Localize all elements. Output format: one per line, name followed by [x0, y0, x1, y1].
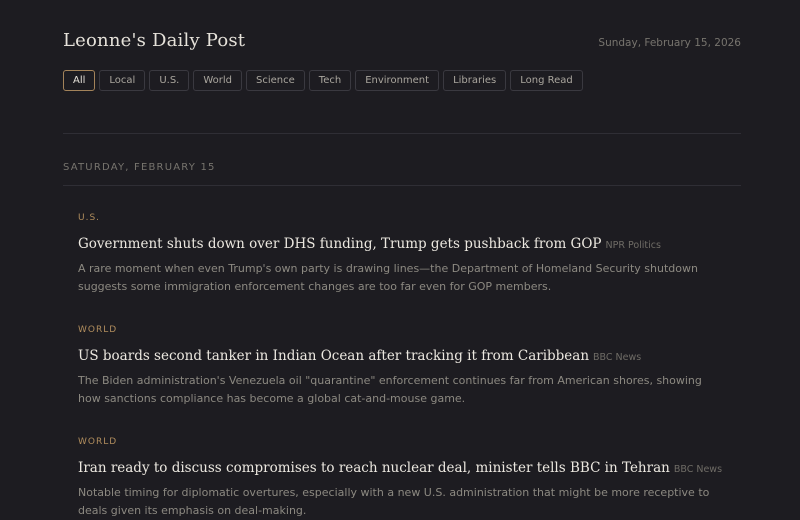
- filter-all[interactable]: All: [63, 70, 96, 91]
- site-title[interactable]: Leonne's Daily Post: [63, 30, 245, 51]
- filter-local[interactable]: Local: [99, 70, 146, 91]
- article-headline[interactable]: US boards second tanker in Indian Ocean …: [78, 348, 589, 364]
- filter-us[interactable]: U.S.: [149, 70, 190, 91]
- article-category: WORLD: [78, 325, 118, 335]
- article-summary: The Biden administration's Venezuela oil…: [78, 374, 702, 405]
- article-headline-row: Iran ready to discuss compromises to rea…: [78, 457, 728, 476]
- article-source: BBC News: [593, 352, 642, 363]
- masthead: Leonne's Daily Post Sunday, February 15,…: [63, 30, 741, 54]
- article-source: NPR Politics: [605, 240, 661, 251]
- article-headline[interactable]: Iran ready to discuss compromises to rea…: [78, 460, 670, 476]
- article-card: WORLD Iran ready to discuss compromises …: [78, 436, 728, 520]
- article-card: WORLD US boards second tanker in Indian …: [78, 324, 728, 408]
- article-source: BBC News: [673, 464, 723, 475]
- article-headline-row: Government shuts down over DHS funding, …: [78, 233, 728, 252]
- category-filter-bar: All Local U.S. World Science Tech Enviro…: [63, 70, 583, 91]
- article-category: U.S.: [78, 213, 101, 223]
- article-card: U.S. Government shuts down over DHS fund…: [78, 212, 728, 296]
- filter-libraries[interactable]: Libraries: [443, 70, 507, 91]
- current-date: Sunday, February 15, 2026: [598, 37, 741, 49]
- filter-tech[interactable]: Tech: [308, 70, 352, 91]
- day-divider: [63, 185, 741, 186]
- filter-world[interactable]: World: [193, 70, 243, 91]
- filter-science[interactable]: Science: [246, 70, 305, 91]
- day-heading: SATURDAY, FEBRUARY 15: [63, 162, 216, 173]
- article-category: WORLD: [78, 437, 118, 447]
- article-headline[interactable]: Government shuts down over DHS funding, …: [78, 236, 602, 252]
- article-summary: A rare moment when even Trump's own part…: [78, 262, 698, 293]
- filter-long-read[interactable]: Long Read: [510, 70, 583, 91]
- header-divider: [63, 133, 741, 134]
- article-summary: Notable timing for diplomatic overtures,…: [78, 486, 710, 517]
- article-headline-row: US boards second tanker in Indian Ocean …: [78, 345, 728, 364]
- filter-environment[interactable]: Environment: [355, 70, 440, 91]
